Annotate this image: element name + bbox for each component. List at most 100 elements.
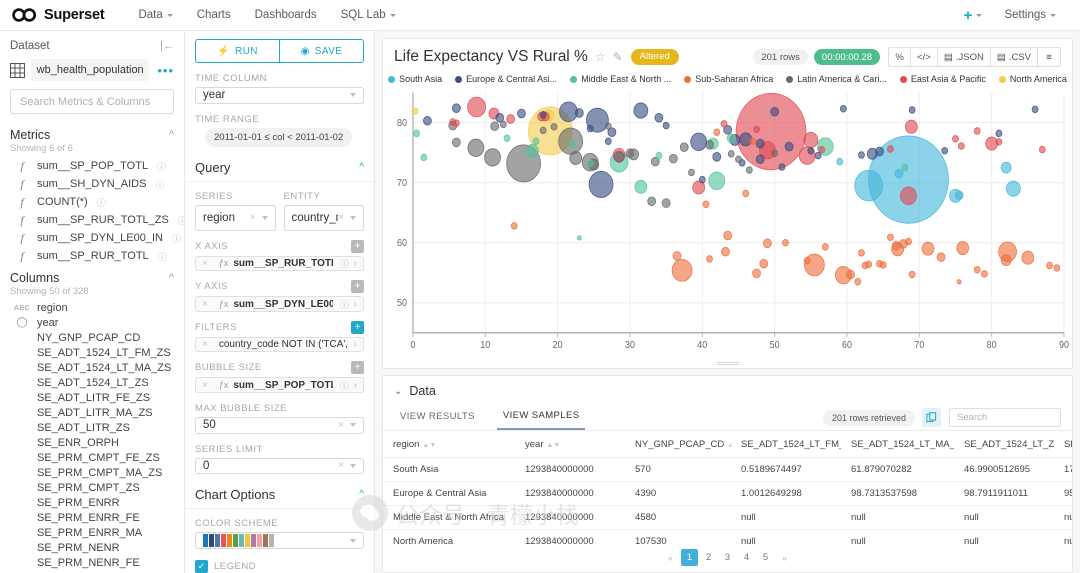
- y-axis-field[interactable]: × ƒx sum__SP_DYN_LE00_IN ⓘ ›: [195, 296, 364, 312]
- table-row[interactable]: South Asia 1293840000000 570 0.5189674497 61…: [383, 457, 1072, 482]
- list-item[interactable]: SE_PRM_ENRR_FE: [0, 510, 184, 525]
- data-point[interactable]: [654, 112, 664, 123]
- remove-icon[interactable]: ×: [202, 380, 214, 391]
- data-point[interactable]: [713, 128, 721, 136]
- data-point[interactable]: [894, 168, 904, 179]
- data-point[interactable]: [956, 279, 962, 285]
- data-point[interactable]: [532, 137, 540, 145]
- data-point[interactable]: [858, 249, 865, 257]
- data-point[interactable]: [1000, 254, 1012, 267]
- columns-section-header[interactable]: Columns ^: [0, 267, 184, 286]
- list-item[interactable]: SE_PRM_CMPT_FE_ZS: [0, 450, 184, 465]
- data-point[interactable]: [742, 189, 750, 198]
- data-point[interactable]: [908, 106, 916, 114]
- data-point[interactable]: [506, 114, 516, 124]
- legend-checkbox[interactable]: ✓: [195, 560, 208, 573]
- clear-icon[interactable]: ×: [338, 212, 350, 223]
- data-point[interactable]: [411, 107, 419, 115]
- data-point[interactable]: [559, 101, 578, 123]
- list-item[interactable]: SE_ADT_1524_LT_ZS: [0, 375, 184, 390]
- column-header[interactable]: SE_ADT_1524_LT_ZS▲▼: [954, 431, 1054, 458]
- data-point[interactable]: [726, 133, 736, 144]
- data-point[interactable]: [921, 241, 935, 256]
- list-item[interactable]: SE_ADT_LITR_MA_ZS: [0, 405, 184, 420]
- scatter-plot-area[interactable]: 0 10 20 30 40 50 60 70 80 90 50 60 70 80: [383, 86, 1072, 359]
- data-point[interactable]: [655, 151, 663, 160]
- data-point[interactable]: [679, 142, 689, 153]
- column-header[interactable]: SE_ADT_1524_LT_FM_ZS▲▼: [731, 431, 841, 458]
- table-row[interactable]: Middle East & North Africa 1293840000000 4…: [383, 505, 1072, 530]
- chevron-up-icon[interactable]: ^: [359, 489, 364, 500]
- list-item[interactable]: NY_GNP_PCAP_CD: [0, 330, 184, 345]
- data-point[interactable]: [875, 146, 884, 157]
- list-item[interactable]: SE_ENR_ORPH: [0, 435, 184, 450]
- new-item-button[interactable]: +: [954, 7, 993, 24]
- data-point[interactable]: [753, 125, 760, 133]
- tab-view-results[interactable]: VIEW RESULTS: [394, 406, 481, 429]
- data-point[interactable]: [517, 108, 526, 119]
- data-point[interactable]: [550, 123, 558, 131]
- run-button[interactable]: ⚡ RUN: [195, 39, 279, 63]
- list-item[interactable]: SE_PRM_NENR: [0, 540, 184, 555]
- table-search-input[interactable]: Search: [949, 408, 1061, 427]
- data-point[interactable]: [887, 145, 894, 153]
- data-point[interactable]: [576, 235, 582, 241]
- data-point[interactable]: [995, 129, 1003, 138]
- column-header[interactable]: NY_GNP_PCAP_CD▲▼: [625, 431, 731, 458]
- column-header[interactable]: region ▲▼: [383, 431, 515, 458]
- add-x-axis-button[interactable]: +: [351, 239, 364, 253]
- pagination-page-1[interactable]: 1: [681, 549, 698, 566]
- data-point[interactable]: [413, 129, 420, 138]
- add-y-axis-button[interactable]: +: [351, 280, 364, 294]
- legend-item-6[interactable]: North America: [998, 74, 1067, 84]
- column-header[interactable]: SE_ADT_LITR_FE_ZS▲▼: [1054, 431, 1072, 458]
- metrics-section-header[interactable]: Metrics ^: [0, 124, 184, 143]
- dataset-fields-scroll[interactable]: Metrics ^ Showing 6 of 6 f sum__SP_POP_TO…: [0, 124, 184, 573]
- data-point[interactable]: [539, 126, 547, 135]
- edit-icon[interactable]: ✎: [613, 50, 623, 64]
- data-point[interactable]: [770, 106, 780, 117]
- data-point[interactable]: [705, 139, 714, 150]
- data-point[interactable]: [558, 127, 584, 155]
- collapse-panel-icon[interactable]: |←: [160, 40, 174, 52]
- list-item[interactable]: SE_ADT_LITR_FE_ZS: [0, 390, 184, 405]
- remove-icon[interactable]: ×: [202, 299, 214, 310]
- data-point[interactable]: [452, 119, 460, 127]
- pagination-page-3[interactable]: 3: [719, 549, 736, 566]
- list-item[interactable]: ABC region: [0, 300, 184, 315]
- data-point[interactable]: [613, 150, 625, 163]
- data-point[interactable]: [712, 152, 722, 162]
- data-point[interactable]: [1038, 145, 1046, 154]
- data-point[interactable]: [1031, 105, 1039, 114]
- data-point[interactable]: [668, 153, 678, 164]
- dataset-name[interactable]: wb_health_population: [31, 59, 150, 81]
- data-point[interactable]: [671, 258, 693, 282]
- data-point[interactable]: [633, 102, 649, 119]
- data-point[interactable]: [574, 108, 584, 118]
- star-icon[interactable]: ☆: [595, 50, 606, 64]
- list-item[interactable]: SE_ADT_1524_LT_MA_ZS: [0, 360, 184, 375]
- data-point[interactable]: [908, 270, 916, 279]
- legend-checkbox-row[interactable]: ✓ LEGEND: [185, 549, 374, 573]
- data-point[interactable]: [891, 240, 901, 251]
- data-point[interactable]: [1000, 161, 1012, 174]
- data-point[interactable]: [854, 169, 884, 202]
- pagination-page-5[interactable]: 5: [757, 549, 774, 566]
- data-point[interactable]: [900, 186, 917, 206]
- list-item[interactable]: f sum__SP_POP_TOTL ⓘ: [0, 157, 184, 175]
- chevron-up-icon[interactable]: ^: [359, 162, 364, 173]
- data-point[interactable]: [720, 120, 728, 128]
- data-point[interactable]: [803, 257, 811, 265]
- legend-item-3[interactable]: Sub-Saharan Africa: [684, 74, 773, 84]
- time-column-select[interactable]: year: [195, 87, 364, 104]
- data-point[interactable]: [745, 166, 753, 174]
- legend-item-1[interactable]: Europe & Central Asi...: [455, 74, 557, 84]
- list-item[interactable]: f sum__SP_DYN_LE00_IN ⓘ: [0, 229, 184, 247]
- pagination-prev[interactable]: «: [662, 549, 679, 566]
- data-point[interactable]: [904, 119, 918, 134]
- data-point[interactable]: [634, 179, 648, 194]
- data-point[interactable]: [956, 241, 970, 256]
- data-point[interactable]: [905, 237, 912, 246]
- data-point[interactable]: [484, 148, 501, 167]
- data-point[interactable]: [706, 255, 713, 263]
